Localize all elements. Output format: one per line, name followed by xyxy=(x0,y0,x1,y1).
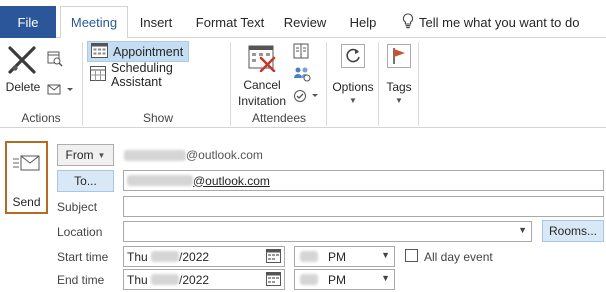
ribbon-separator xyxy=(230,42,231,126)
calendar-picker-icon[interactable] xyxy=(266,272,281,289)
to-label: To... xyxy=(74,174,97,188)
appointment-button[interactable]: Appointment xyxy=(87,41,189,62)
end-date-field[interactable]: Thu /2022 xyxy=(123,269,285,290)
appointment-calendar-icon xyxy=(91,42,108,61)
location-label: Location xyxy=(57,225,103,239)
start-time-label: Start time xyxy=(57,250,109,264)
from-account-suffix: @outlook.com xyxy=(186,148,263,162)
end-ampm: PM xyxy=(328,272,347,287)
cancel-invitation-icon xyxy=(248,44,276,75)
end-time-label: End time xyxy=(57,273,105,287)
calendar-picker-icon[interactable] xyxy=(266,249,281,266)
ribbon-separator xyxy=(418,42,419,126)
check-names-icon[interactable] xyxy=(293,66,311,85)
location-dropdown-icon[interactable]: ▼ xyxy=(518,225,527,235)
scheduling-assistant-button[interactable]: Scheduling Assistant xyxy=(90,61,226,89)
tags-flag-icon xyxy=(387,44,411,71)
all-day-checkbox[interactable] xyxy=(405,249,418,262)
redacted-time xyxy=(300,274,318,285)
from-dropdown-icon: ▼ xyxy=(97,150,106,160)
scheduling-grid-icon xyxy=(90,65,106,84)
calendar-search-icon[interactable] xyxy=(47,51,63,70)
tab-file[interactable]: File xyxy=(0,6,56,38)
redacted-date xyxy=(151,274,180,285)
scheduling-assistant-label: Scheduling Assistant xyxy=(111,60,173,89)
start-time-field[interactable]: PM ▼ xyxy=(294,246,395,267)
send-button[interactable]: Send xyxy=(5,141,48,214)
lightbulb-icon xyxy=(402,12,414,32)
attendees-group-label: Attendees xyxy=(251,111,307,125)
start-ampm: PM xyxy=(328,249,347,264)
actions-group-label: Actions xyxy=(21,111,61,125)
tab-help[interactable]: Help xyxy=(344,6,382,38)
cancel-invitation-button[interactable]: Cancel Invitation xyxy=(234,42,290,108)
tab-format-text[interactable]: Format Text xyxy=(190,6,270,38)
tell-me-search[interactable]: Tell me what you want to do xyxy=(402,6,579,38)
end-time-dropdown-icon[interactable]: ▼ xyxy=(381,273,390,283)
ribbon-separator xyxy=(82,42,83,126)
ribbon-separator xyxy=(326,42,327,126)
address-book-icon[interactable] xyxy=(293,43,309,62)
cancel-label-line2: Invitation xyxy=(237,94,287,108)
rooms-button[interactable]: Rooms... xyxy=(542,220,604,242)
tags-label: Tags xyxy=(386,80,412,94)
from-button[interactable]: From ▼ xyxy=(57,144,114,166)
redacted-recipient xyxy=(127,175,193,186)
tags-button[interactable]: Tags ▼ xyxy=(382,42,416,108)
response-options-icon[interactable] xyxy=(293,89,319,106)
tell-me-label: Tell me what you want to do xyxy=(419,14,580,30)
appointment-form: Send From ▼ @outlook.com To... @outlook.… xyxy=(0,128,606,292)
redacted-date xyxy=(151,251,180,262)
redacted-email xyxy=(124,150,186,162)
from-label: From xyxy=(65,148,94,162)
subject-field[interactable] xyxy=(123,196,604,217)
end-time-field[interactable]: PM ▼ xyxy=(294,269,395,290)
ribbon-tab-bar: File Meeting Insert Format Text Review H… xyxy=(0,0,606,39)
start-date-suffix: /2022 xyxy=(179,249,210,264)
delete-label: Delete xyxy=(5,80,41,94)
from-account: @outlook.com xyxy=(124,148,263,162)
end-date-prefix: Thu xyxy=(127,272,148,287)
options-dropdown-icon: ▼ xyxy=(349,96,357,105)
options-label: Options xyxy=(332,80,374,94)
all-day-label: All day event xyxy=(424,250,493,264)
redacted-time xyxy=(300,251,318,262)
to-value-suffix: @outlook.com xyxy=(193,173,270,188)
to-button[interactable]: To... xyxy=(57,170,114,192)
start-time-dropdown-icon[interactable]: ▼ xyxy=(381,250,390,260)
tab-insert[interactable]: Insert xyxy=(134,6,178,38)
cancel-label-line1: Cancel xyxy=(243,78,281,92)
start-date-prefix: Thu xyxy=(127,249,148,264)
options-sync-icon xyxy=(341,44,365,71)
start-date-field[interactable]: Thu /2022 xyxy=(123,246,285,267)
ribbon-separator xyxy=(378,42,379,126)
delete-button[interactable]: Delete xyxy=(4,42,42,98)
tags-dropdown-icon: ▼ xyxy=(395,96,403,105)
tab-review[interactable]: Review xyxy=(280,6,330,38)
reply-envelope-icon[interactable] xyxy=(47,82,73,101)
send-label: Send xyxy=(12,195,41,209)
appointment-label: Appointment xyxy=(113,44,184,59)
send-envelope-icon xyxy=(13,155,41,176)
rooms-label: Rooms... xyxy=(548,224,597,238)
subject-label: Subject xyxy=(57,200,98,214)
location-field[interactable]: ▼ xyxy=(123,221,532,242)
ribbon: Delete Actions Appointment Scheduling As… xyxy=(0,38,606,128)
to-field[interactable]: @outlook.com xyxy=(123,170,604,191)
delete-x-icon xyxy=(7,46,37,77)
tab-meeting[interactable]: Meeting xyxy=(60,6,128,39)
end-date-suffix: /2022 xyxy=(179,272,210,287)
options-button[interactable]: Options ▼ xyxy=(330,42,376,108)
show-group-label: Show xyxy=(142,111,174,125)
